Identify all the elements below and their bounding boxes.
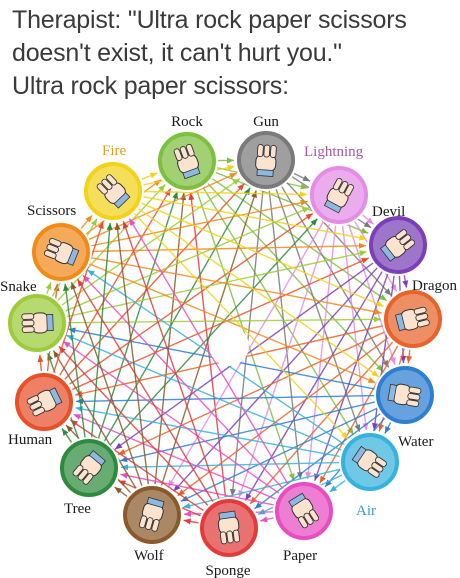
arrowhead-fire-water (371, 370, 379, 377)
arrowhead-sponge-wolf (183, 518, 191, 525)
label-sponge: Sponge (206, 563, 251, 578)
arrowhead-fire-gun (227, 164, 235, 171)
node-scissors (30, 221, 92, 283)
arrowhead-air-scissors (87, 270, 95, 277)
node-tree (58, 437, 120, 499)
label-human: Human (8, 432, 53, 448)
arrowhead-paper-sponge (260, 516, 268, 523)
edge-tree-fire (90, 222, 111, 439)
arrowhead-wolf-gun (251, 190, 257, 198)
rps15-diagram: Rock Gun Lightning Devil Dragon Water Air Paper… (0, 114, 457, 578)
label-rock: Rock (171, 114, 203, 130)
arrowhead-wolf-fire (114, 222, 121, 231)
label-lightning: Lightning (304, 144, 364, 160)
arrowhead-rock-gun (227, 157, 234, 164)
caption-line-2: doesn't exist, it can't hurt you." (12, 39, 342, 67)
label-paper: Paper (283, 548, 317, 564)
arrowhead-snake-scissors (45, 282, 52, 290)
node-dragon (382, 288, 444, 350)
label-air: Air (356, 503, 376, 519)
arrowhead-scissors-devil (358, 242, 366, 249)
label-dragon: Dragon (412, 278, 457, 294)
label-water: Water (398, 434, 433, 450)
label-fire: Fire (102, 143, 127, 159)
arrowhead-human-lightning (305, 213, 313, 220)
label-devil: Devil (372, 204, 405, 220)
arrowhead-paper-snake (63, 341, 71, 348)
arrowhead-devil-tree (114, 442, 123, 450)
arrowhead-devil-dragon (402, 280, 409, 288)
arrowhead-water-snake (68, 327, 76, 334)
arrowhead-air-paper (329, 485, 338, 492)
node-water (374, 364, 436, 426)
edge-water-human (75, 394, 376, 403)
node-human (13, 371, 75, 433)
arrowhead-fire-lightning (300, 191, 307, 198)
arrowhead-tree-scissors (63, 283, 69, 292)
label-tree: Tree (64, 501, 91, 517)
arrowhead-scissors-dragon (374, 308, 382, 315)
node-wolf (121, 484, 183, 546)
label-scissors: Scissors (27, 203, 76, 219)
label-wolf: Wolf (134, 548, 164, 564)
node-fire (82, 160, 144, 222)
node-paper (273, 480, 335, 542)
arrowhead-snake-devil (359, 250, 367, 257)
node-lightning (308, 164, 370, 226)
label-snake: Snake (0, 279, 37, 295)
node-sponge (198, 497, 260, 559)
arrowhead-tree-human (62, 428, 69, 436)
node-gun (235, 129, 297, 191)
node-rock (156, 130, 218, 192)
node-devil (367, 214, 429, 276)
arrowhead-scissors-water (367, 377, 376, 383)
edge-air-tree (120, 461, 341, 468)
snake-hand-icon (21, 312, 54, 334)
center-hole (209, 326, 249, 366)
caption-line-3: Ultra rock paper scissors: (12, 72, 289, 100)
meme-caption: Therapist: "Ultra rock paper scissors do… (12, 4, 458, 103)
edge-wolf-fire (116, 222, 150, 486)
caption-line-1: Therapist: "Ultra rock paper scissors (12, 6, 407, 34)
node-air (339, 431, 401, 493)
node-snake (6, 292, 68, 354)
label-gun: Gun (253, 114, 279, 130)
